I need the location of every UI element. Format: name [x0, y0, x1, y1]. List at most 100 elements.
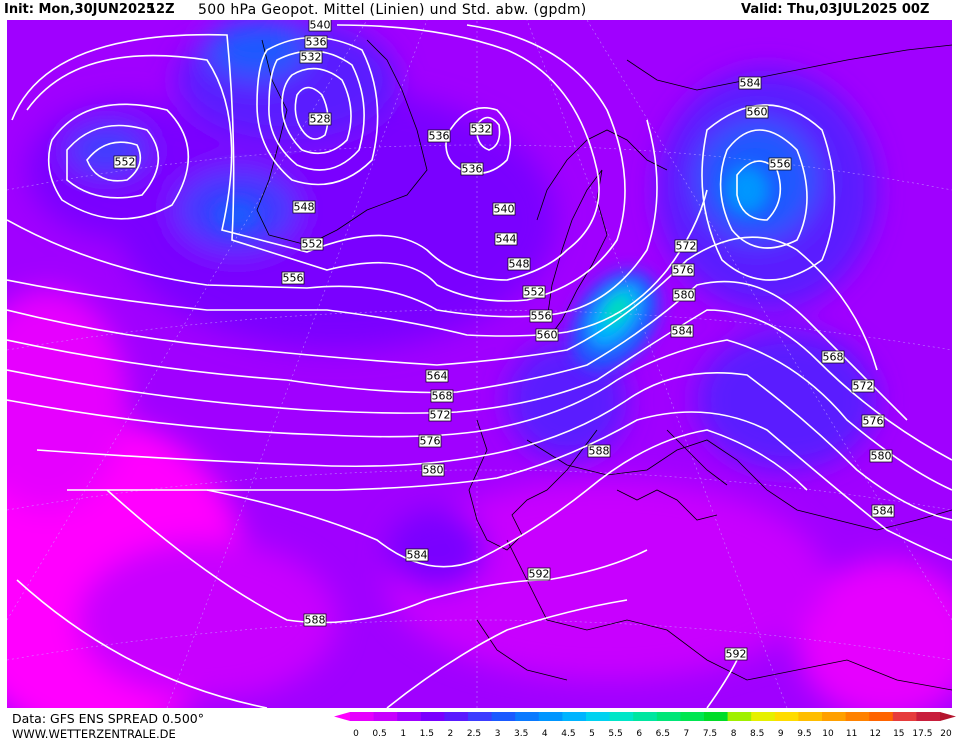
contour-label: 552 — [522, 286, 546, 299]
legend-swatch — [869, 712, 894, 721]
legend-swatch — [680, 712, 705, 721]
legend-tick-label: 8.5 — [750, 729, 764, 739]
header-bar: Init: Mon,30JUN2025 12Z 500 hPa Geopot. … — [0, 0, 959, 20]
legend-tick-label: 15 — [893, 729, 904, 739]
contour-label: 556 — [768, 158, 792, 171]
legend-swatch — [562, 712, 587, 721]
legend-swatch — [397, 712, 422, 721]
svg-text:572: 572 — [676, 240, 697, 253]
svg-text:568: 568 — [432, 390, 453, 403]
svg-text:580: 580 — [674, 289, 695, 302]
data-source: Data: GFS ENS SPREAD 0.500° — [12, 711, 204, 726]
legend-swatch — [774, 712, 799, 721]
contour-label: 532 — [469, 123, 493, 136]
legend-tick-label: 7 — [684, 729, 690, 739]
svg-text:588: 588 — [305, 614, 326, 627]
svg-text:580: 580 — [423, 464, 444, 477]
legend-tick-label: 4.5 — [561, 729, 575, 739]
legend-tick-label: 0.5 — [372, 729, 386, 739]
svg-text:536: 536 — [429, 130, 450, 143]
contour-label: 536 — [427, 130, 451, 143]
legend-swatch — [586, 712, 611, 721]
contour-label: 584 — [405, 549, 429, 562]
legend-tick-label: 2 — [448, 729, 454, 739]
legend-swatch — [751, 712, 776, 721]
legend-swatch — [444, 712, 469, 721]
map-title: 500 hPa Geopot. Mittel (Linien) und Std.… — [198, 2, 587, 18]
legend-tick-label: 5.5 — [608, 729, 622, 739]
contour-label: 560 — [535, 329, 559, 342]
svg-text:560: 560 — [537, 329, 558, 342]
legend-swatch — [468, 712, 493, 721]
svg-text:552: 552 — [302, 238, 323, 251]
legend-tick-label: 20 — [940, 729, 952, 739]
legend-swatch — [727, 712, 752, 721]
svg-text:536: 536 — [306, 36, 327, 49]
contour-label: 572 — [674, 240, 698, 253]
legend-tick-label: 3 — [495, 729, 501, 739]
svg-text:568: 568 — [823, 351, 844, 364]
contour-label: 568 — [430, 390, 454, 403]
svg-text:584: 584 — [407, 549, 428, 562]
contour-label: 548 — [292, 201, 316, 214]
svg-text:576: 576 — [863, 415, 884, 428]
contour-label: 584 — [738, 77, 762, 90]
svg-text:572: 572 — [430, 409, 451, 422]
legend-tick-label: 10 — [822, 729, 834, 739]
svg-text:584: 584 — [873, 505, 894, 518]
svg-text:584: 584 — [740, 77, 761, 90]
legend-swatch — [916, 712, 941, 721]
legend-tick-label: 7.5 — [703, 729, 717, 739]
contour-label: 580 — [421, 464, 445, 477]
legend-tick-label: 0 — [353, 729, 359, 739]
contour-label: 552 — [113, 156, 137, 169]
legend-tick-label: 6.5 — [656, 729, 670, 739]
legend-swatch — [373, 712, 398, 721]
legend-swatch — [704, 712, 729, 721]
svg-text:540: 540 — [494, 203, 515, 216]
contour-label: 552 — [300, 238, 324, 251]
legend-swatch — [656, 712, 681, 721]
contour-label: 576 — [418, 435, 442, 448]
svg-text:548: 548 — [509, 258, 530, 271]
svg-text:560: 560 — [747, 106, 768, 119]
contour-label: 556 — [281, 272, 305, 285]
legend-tick-label: 6 — [636, 729, 642, 739]
svg-text:544: 544 — [496, 233, 517, 246]
legend-tick-label: 9.5 — [797, 729, 811, 739]
init-time: Init: Mon,30JUN2025 — [4, 2, 156, 17]
footer-bar: Data: GFS ENS SPREAD 0.500° WWW.WETTERZE… — [0, 708, 959, 741]
svg-text:576: 576 — [673, 264, 694, 277]
svg-text:572: 572 — [853, 380, 874, 393]
contour-label: 580 — [869, 450, 893, 463]
contour-label: 540 — [308, 20, 332, 32]
legend-tick-label: 1 — [400, 729, 406, 739]
legend-tick-label: 2.5 — [467, 729, 481, 739]
legend-tick-label: 17.5 — [912, 729, 932, 739]
contour-label: 528 — [308, 113, 332, 126]
legend-tick-label: 8 — [731, 729, 737, 739]
svg-text:532: 532 — [471, 123, 492, 136]
legend-tick-label: 4 — [542, 729, 548, 739]
legend-swatch — [845, 712, 870, 721]
legend-swatch — [822, 712, 847, 721]
contour-label: 588 — [303, 614, 327, 627]
website-credit: WWW.WETTERZENTRALE.DE — [12, 727, 176, 741]
legend-tick-label: 9 — [778, 729, 784, 739]
legend-swatch — [609, 712, 634, 721]
contour-label: 576 — [861, 415, 885, 428]
svg-text:592: 592 — [726, 648, 747, 661]
valid-time: Valid: Thu,03JUL2025 00Z — [741, 2, 930, 17]
legend-swatch — [538, 712, 563, 721]
contour-label: 592 — [527, 568, 551, 581]
svg-text:584: 584 — [672, 325, 693, 338]
svg-text:556: 556 — [531, 310, 552, 323]
svg-text:540: 540 — [310, 20, 331, 32]
run-hour: 12Z — [147, 2, 175, 17]
contour-label: 548 — [507, 258, 531, 271]
svg-text:592: 592 — [529, 568, 550, 581]
contour-label: 540 — [492, 203, 516, 216]
svg-text:576: 576 — [420, 435, 441, 448]
svg-text:528: 528 — [310, 113, 331, 126]
svg-text:556: 556 — [770, 158, 791, 171]
